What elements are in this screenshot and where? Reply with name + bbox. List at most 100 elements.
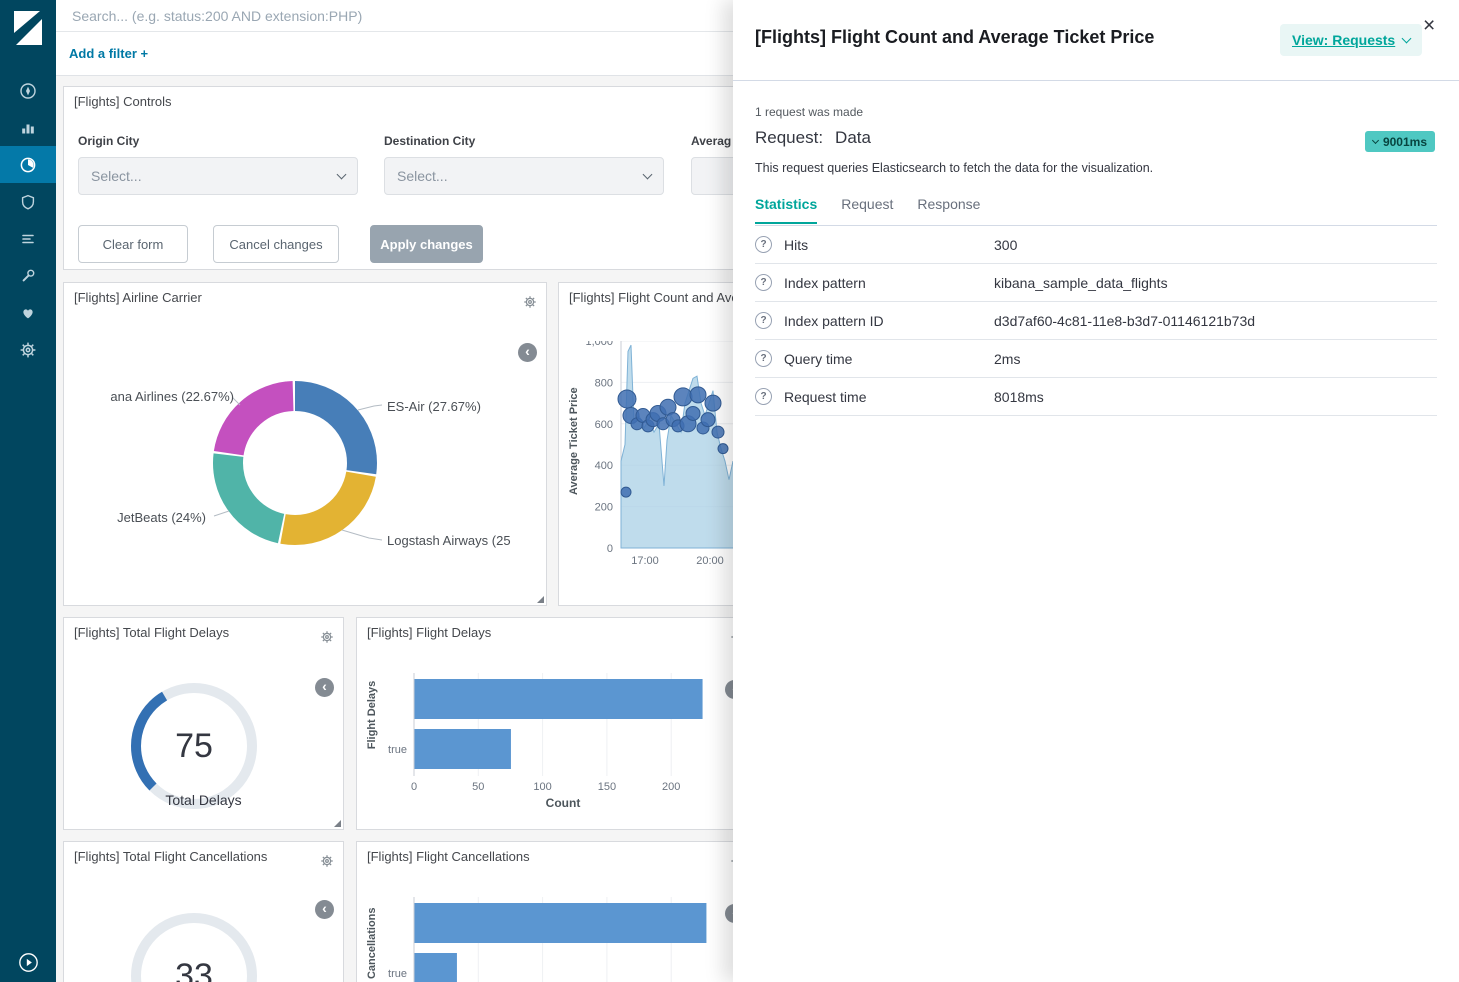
stat-value: d3d7af60-4c81-11e8-b3d7-01146121b73d [994,313,1255,329]
svg-text:0: 0 [411,781,417,793]
discover-icon [19,82,37,100]
flyout-title: [Flights] Flight Count and Average Ticke… [755,27,1154,48]
stat-value: 2ms [994,351,1020,367]
sidebar-item-monitoring[interactable] [0,294,56,331]
sidebar-item-visualize[interactable] [0,109,56,146]
inspector-tabs: Statistics Request Response [755,196,1004,224]
sidebar-item-logs[interactable] [0,220,56,257]
panel-title: [Flights] Controls [74,94,172,109]
help-icon[interactable]: ? [755,388,772,405]
chevron-down-icon [1372,137,1379,144]
header-divider [733,80,1459,81]
chevron-down-icon [643,170,653,180]
svg-text:true: true [388,744,407,756]
stat-label: Index pattern ID [784,313,994,329]
help-icon[interactable]: ? [755,274,772,291]
svg-text:150: 150 [598,781,616,793]
tab-response[interactable]: Response [917,196,980,224]
panel-title: [Flights] Total Flight Delays [74,625,229,640]
view-requests-label: View: Requests [1292,32,1395,48]
stat-label: Request time [784,389,994,405]
request-name: Data [835,128,871,147]
help-icon[interactable]: ? [755,236,772,253]
apm-shield-icon [19,193,37,211]
visualize-icon [19,119,37,137]
stat-value: 300 [994,237,1017,253]
stat-value: 8018ms [994,389,1044,405]
pie-label-logstash-airways: Logstash Airways (25 [387,533,511,548]
stat-label: Index pattern [784,275,994,291]
view-requests-button[interactable]: View: Requests [1280,24,1422,56]
average-ticket-price-label: Averag [691,134,731,148]
pie-label-jetbeats: JetBeats (24%) [84,510,206,525]
svg-text:100: 100 [533,781,551,793]
panel-flight-delays: [Flights] Flight Delays ‹ Flight Delays … [356,617,754,830]
origin-city-select[interactable]: Select... [78,157,358,195]
sidebar-item-dashboard[interactable] [0,146,56,183]
table-row: ? Index pattern ID d3d7af60-4c81-11e8-b3… [755,302,1437,340]
gauge-value: 33 [119,901,269,982]
pie-label-es-air: ES-Air (27.67%) [387,399,481,414]
request-summary: 1 request was made [755,105,863,119]
select-placeholder: Select... [397,168,644,184]
wrench-icon [19,267,37,285]
svg-text:20:00: 20:00 [696,555,724,567]
destination-city-select[interactable]: Select... [384,157,664,195]
inspector-flyout: [Flights] Flight Count and Average Ticke… [733,0,1459,982]
app-sidebar [0,0,56,982]
panel-title: [Flights] Total Flight Cancellations [74,849,267,864]
svg-text:400: 400 [595,460,613,472]
clear-form-button[interactable]: Clear form [78,225,188,263]
stat-label: Query time [784,351,994,367]
duration-value: 9001ms [1383,135,1427,149]
add-filter-link[interactable]: Add a filter + [69,46,148,61]
svg-text:1,000: 1,000 [585,341,613,348]
table-row: ? Request time 8018ms [755,378,1437,416]
sidebar-item-apm[interactable] [0,183,56,220]
legend-toggle-icon[interactable]: ‹ [315,900,334,919]
legend-toggle-icon[interactable]: ‹ [315,678,334,697]
tab-statistics[interactable]: Statistics [755,196,817,224]
svg-text:true: true [388,968,407,980]
statistics-table: ? Hits 300 ? Index pattern kibana_sample… [755,226,1437,416]
collapse-nav-icon[interactable] [19,953,38,972]
svg-text:600: 600 [595,419,613,431]
origin-city-label: Origin City [78,134,139,148]
apply-changes-button[interactable]: Apply changes [370,225,483,263]
svg-text:0: 0 [607,543,613,555]
cancel-changes-button[interactable]: Cancel changes [213,225,339,263]
sidebar-nav [0,72,56,368]
sidebar-item-management[interactable] [0,331,56,368]
tab-request[interactable]: Request [841,196,893,224]
panel-flight-cancellations: [Flights] Flight Cancellations ‹ Flight … [356,841,754,982]
close-icon[interactable]: × [1423,15,1435,36]
svg-text:200: 200 [595,502,613,514]
kibana-logo[interactable] [13,10,43,50]
panel-total-flight-delays: [Flights] Total Flight Delays ‹ 75 Total… [63,617,344,830]
gauge-caption: Total Delays [64,792,343,808]
flight-delays-chart[interactable]: 050100150200true [357,618,754,818]
heart-icon [19,304,37,322]
sidebar-item-discover[interactable] [0,72,56,109]
select-placeholder: Select... [91,168,338,184]
panel-gear-icon[interactable] [320,854,334,873]
pie-label-connectors [64,283,547,606]
stat-value: kibana_sample_data_flights [994,275,1168,291]
panel-gear-icon[interactable] [320,630,334,649]
svg-text:17:00: 17:00 [631,555,659,567]
logs-icon [19,230,37,248]
help-icon[interactable]: ? [755,350,772,367]
pie-label-ana-airlines: ana Airlines (22.67%) [76,389,234,404]
table-row: ? Query time 2ms [755,340,1437,378]
flight-cancellations-chart[interactable]: 050100150200true [357,842,754,982]
request-heading: Request:Data [755,128,871,148]
chevron-down-icon [1402,34,1412,44]
panel-resize-handle[interactable] [334,820,341,827]
svg-text:50: 50 [472,781,484,793]
panel-resize-handle[interactable] [537,596,544,603]
sidebar-item-dev-tools[interactable] [0,257,56,294]
svg-text:800: 800 [595,377,613,389]
help-icon[interactable]: ? [755,312,772,329]
x-axis-title: Count [414,796,712,810]
request-description: This request queries Elasticsearch to fe… [755,161,1153,175]
